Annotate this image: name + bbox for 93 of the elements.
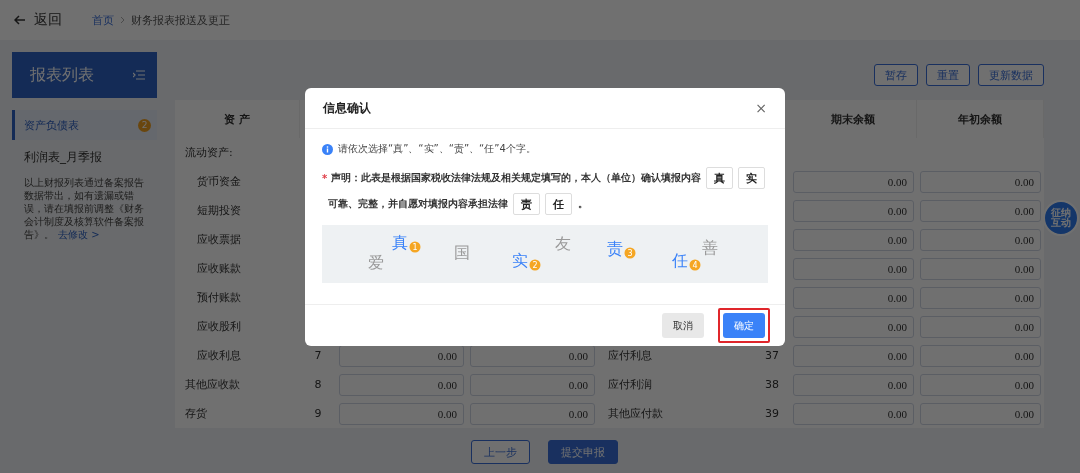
captcha-char[interactable]: 爱 (368, 252, 384, 274)
order-badge: 2 (529, 259, 541, 271)
count-badge: 2 (138, 118, 151, 132)
amount-field[interactable]: 0.00 (793, 228, 914, 251)
sidebar-item-label: 利润表_月季报 (24, 148, 102, 166)
amount-field[interactable]: 0.00 (339, 373, 464, 396)
amount-field[interactable]: 0.00 (920, 257, 1041, 280)
row-label: 应收利息 (196, 348, 242, 364)
row-label: 应收账款 (196, 261, 242, 277)
info-icon (322, 143, 333, 155)
row-label: 存货 (184, 406, 208, 422)
dialog-title: 信息确认 (323, 99, 371, 117)
amount-field[interactable]: 0.00 (920, 402, 1041, 425)
captcha-char[interactable]: 任 (672, 250, 688, 272)
char-slot: 任 (545, 193, 572, 215)
sidebar-item[interactable]: 利润表_月季报 (12, 142, 157, 172)
row-label: 应收票据 (196, 232, 242, 248)
toolbar-button[interactable]: 更新数据 (978, 64, 1044, 86)
line-number: 7 (313, 348, 323, 364)
char-slot: 责 (513, 193, 540, 215)
column-header: 期末余额 (790, 100, 917, 138)
captcha-char[interactable]: 友 (555, 233, 571, 255)
amount-field[interactable]: 0.00 (920, 344, 1041, 367)
amount-field[interactable]: 0.00 (339, 344, 464, 367)
row-label: 预付账款 (196, 290, 242, 306)
amount-field[interactable]: 0.00 (470, 373, 595, 396)
previous-button[interactable]: 上一步 (471, 440, 530, 464)
sidebar-item[interactable]: 资产负债表 2 (12, 110, 157, 140)
line-number: 9 (313, 406, 323, 422)
required-mark: * (322, 172, 328, 184)
row-label: 货币资金 (196, 174, 242, 190)
captcha-char[interactable]: 真 (392, 232, 408, 254)
amount-field[interactable]: 0.00 (920, 199, 1041, 222)
captcha-image[interactable]: 真 1 爱 国 实 2 友 责 3 任 4 善 (322, 225, 768, 283)
info-text: 请依次选择“真”、“实”、“责”、“任”4个字。 (338, 142, 536, 156)
cancel-button[interactable]: 取消 (662, 313, 704, 338)
statement-text: 声明：此表是根据国家税收法律法规及相关规定填写的，本人（单位）确认填报内容 (331, 171, 702, 185)
amount-field[interactable]: 0.00 (339, 402, 464, 425)
confirm-button[interactable]: 确定 (723, 313, 765, 338)
amount-field[interactable]: 0.00 (470, 344, 595, 367)
order-badge: 1 (409, 241, 421, 253)
order-badge: 4 (689, 259, 701, 271)
row-label: 其他应付款 (607, 406, 664, 422)
column-header: 年初余额 (917, 100, 1044, 138)
row-label: 应收股利 (196, 319, 242, 335)
list-icon[interactable] (133, 70, 145, 80)
assistant-label: 征纳互动 (1051, 207, 1071, 229)
statement-text: 可靠、完整，并自愿对填报内容承担法律 (328, 197, 508, 211)
toolbar-button[interactable]: 重置 (926, 64, 970, 86)
amount-field[interactable]: 0.00 (793, 373, 914, 396)
row-label: 短期投资 (196, 203, 242, 219)
row-label: 应付利润 (607, 377, 653, 393)
amount-field[interactable]: 0.00 (793, 257, 914, 280)
edit-link[interactable]: 去修改 > (58, 229, 100, 240)
amount-field[interactable]: 0.00 (920, 170, 1041, 193)
close-button[interactable]: × (755, 100, 767, 116)
captcha-char[interactable]: 国 (454, 242, 470, 264)
amount-field[interactable]: 0.00 (920, 286, 1041, 309)
breadcrumb-link[interactable]: 首页 (92, 12, 114, 28)
amount-field[interactable]: 0.00 (470, 402, 595, 425)
captcha-char[interactable]: 善 (702, 237, 718, 259)
amount-field[interactable]: 0.00 (793, 344, 914, 367)
statement-end: 。 (578, 197, 588, 211)
sidebar-title: 报表列表 (30, 64, 94, 86)
amount-field[interactable]: 0.00 (793, 315, 914, 338)
amount-field[interactable]: 0.00 (920, 373, 1041, 396)
order-badge: 3 (624, 247, 636, 259)
row-label: 流动资产: (184, 145, 234, 161)
assistant-badge[interactable]: 征纳互动 (1043, 200, 1079, 236)
captcha-char[interactable]: 实 (512, 250, 528, 272)
toolbar-button[interactable]: 暂存 (874, 64, 918, 86)
back-link[interactable]: 返回 (14, 11, 62, 29)
breadcrumb-item: 财务报表报送及更正 (131, 12, 230, 28)
row-label: 其他应收款 (184, 377, 241, 393)
line-number: 8 (313, 377, 323, 393)
amount-field[interactable]: 0.00 (793, 402, 914, 425)
arrow-left-icon (14, 15, 26, 25)
captcha-char[interactable]: 责 (607, 238, 623, 260)
submit-button[interactable]: 提交申报 (548, 440, 618, 464)
amount-field[interactable]: 0.00 (920, 315, 1041, 338)
amount-field[interactable]: 0.00 (793, 286, 914, 309)
line-number: 37 (764, 348, 780, 364)
line-number: 39 (764, 406, 780, 422)
line-number: 38 (764, 377, 780, 393)
row-label: 应付利息 (607, 348, 653, 364)
chevron-right-icon (120, 16, 125, 24)
amount-field[interactable]: 0.00 (920, 228, 1041, 251)
column-header: 资 产 (175, 100, 300, 138)
amount-field[interactable]: 0.00 (793, 170, 914, 193)
char-slot: 真 (706, 167, 734, 189)
char-slot: 实 (738, 167, 766, 189)
amount-field[interactable]: 0.00 (793, 199, 914, 222)
sidebar-item-label: 资产负债表 (24, 117, 79, 133)
